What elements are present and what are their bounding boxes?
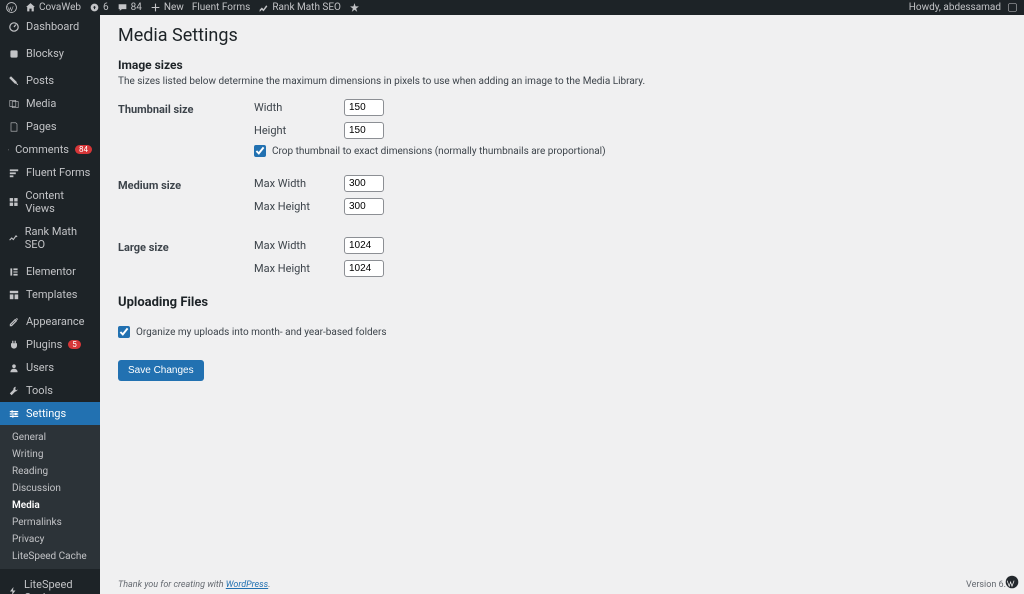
submenu-general[interactable]: General <box>0 429 100 446</box>
width-label: Width <box>254 101 344 114</box>
submenu-litespeed[interactable]: LiteSpeed Cache <box>0 548 100 565</box>
image-sizes-heading: Image sizes <box>118 58 1006 72</box>
sidebar-item-tools[interactable]: Tools <box>0 379 100 402</box>
maxw-label: Max Width <box>254 177 344 190</box>
sidebar-label: Plugins <box>26 338 62 351</box>
thumbnail-label: Thumbnail size <box>118 99 254 171</box>
thumbnail-width-input[interactable] <box>344 99 384 116</box>
sidebar-item-templates[interactable]: Templates <box>0 283 100 306</box>
fluent-forms-link[interactable]: Fluent Forms <box>192 2 251 13</box>
sidebar-label: Users <box>26 361 54 374</box>
crop-checkbox[interactable] <box>254 145 266 157</box>
submenu-permalinks[interactable]: Permalinks <box>0 514 100 531</box>
new-link[interactable]: New <box>150 2 184 13</box>
badge: 5 <box>68 340 81 349</box>
maxh-label: Max Height <box>254 262 344 275</box>
large-maxh-input[interactable] <box>344 260 384 277</box>
submenu-discussion[interactable]: Discussion <box>0 480 100 497</box>
maxh-label: Max Height <box>254 200 344 213</box>
sidebar-item-fluent-forms[interactable]: Fluent Forms <box>0 161 100 184</box>
sidebar-item-elementor[interactable]: Elementor <box>0 260 100 283</box>
badge: 84 <box>75 145 92 154</box>
sidebar-item-blocksy[interactable]: Blocksy <box>0 42 100 65</box>
comments-link[interactable]: 84 <box>117 2 142 13</box>
crop-label: Crop thumbnail to exact dimensions (norm… <box>272 146 606 157</box>
content-area: Media Settings Image sizes The sizes lis… <box>100 15 1024 594</box>
sizes-description: The sizes listed below determine the max… <box>118 76 1006 87</box>
submenu-media[interactable]: Media <box>0 497 100 514</box>
sidebar-label: Comments <box>15 143 69 156</box>
sidebar-label: Appearance <box>26 315 85 328</box>
large-row: Large size Max Width Max Height <box>118 237 1006 283</box>
rank-math-link[interactable]: Rank Math SEO <box>258 2 341 13</box>
medium-maxw-input[interactable] <box>344 175 384 192</box>
footer-thanks: Thank you for creating with <box>118 580 226 590</box>
sidebar-item-pages[interactable]: Pages <box>0 115 100 138</box>
sidebar-label: Fluent Forms <box>26 166 90 179</box>
medium-label: Medium size <box>118 175 254 233</box>
sidebar-label: Settings <box>26 407 66 420</box>
site-link[interactable]: CovaWeb <box>25 2 81 13</box>
sidebar-label: Posts <box>26 74 54 87</box>
sidebar-label: Pages <box>26 120 57 133</box>
sidebar-item-dashboard[interactable]: Dashboard <box>0 15 100 38</box>
sidebar-item-appearance[interactable]: Appearance <box>0 310 100 333</box>
sidebar-label: Content Views <box>25 189 92 215</box>
medium-row: Medium size Max Width Max Height <box>118 175 1006 233</box>
sidebar-label: Rank Math SEO <box>25 225 92 251</box>
version-text: Version 6. <box>966 580 1006 590</box>
footer: Thank you for creating with WordPress. V… <box>100 576 1024 594</box>
updates-link[interactable]: 6 <box>89 2 109 13</box>
admin-sidebar: Dashboard Blocksy Posts Media Pages Comm… <box>0 15 100 594</box>
admin-bar: CovaWeb 6 84 New Fluent Forms Rank Math … <box>0 0 1024 15</box>
wordpress-link[interactable]: WordPress <box>226 580 268 590</box>
sidebar-item-users[interactable]: Users <box>0 356 100 379</box>
extra-icon[interactable] <box>349 2 360 13</box>
organize-label: Organize my uploads into month- and year… <box>136 327 387 338</box>
large-label: Large size <box>118 237 254 283</box>
howdy-link[interactable]: Howdy, abdessamad <box>909 2 1018 13</box>
sidebar-item-rank-math[interactable]: Rank Math SEO <box>0 220 100 256</box>
sidebar-item-plugins[interactable]: Plugins 5 <box>0 333 100 356</box>
wp-corner-logo-icon <box>1005 575 1019 589</box>
maxw-label: Max Width <box>254 239 344 252</box>
sidebar-label: LiteSpeed Cache <box>24 578 92 594</box>
sidebar-label: Media <box>26 97 56 110</box>
large-maxw-input[interactable] <box>344 237 384 254</box>
page-title: Media Settings <box>118 25 1006 46</box>
sidebar-item-comments[interactable]: Comments 84 <box>0 138 100 161</box>
uploading-heading: Uploading Files <box>118 295 1006 310</box>
save-button[interactable]: Save Changes <box>118 360 204 381</box>
submenu-reading[interactable]: Reading <box>0 463 100 480</box>
sidebar-label: Tools <box>26 384 53 397</box>
sidebar-item-posts[interactable]: Posts <box>0 69 100 92</box>
medium-maxh-input[interactable] <box>344 198 384 215</box>
submenu-writing[interactable]: Writing <box>0 446 100 463</box>
thumbnail-row: Thumbnail size Width Height Crop thumbna… <box>118 99 1006 171</box>
sidebar-item-content-views[interactable]: Content Views <box>0 184 100 220</box>
sidebar-item-media[interactable]: Media <box>0 92 100 115</box>
sidebar-label: Dashboard <box>26 20 79 33</box>
sidebar-item-litespeed[interactable]: LiteSpeed Cache <box>0 573 100 594</box>
sidebar-item-settings[interactable]: Settings <box>0 402 100 425</box>
sidebar-label: Elementor <box>26 265 76 278</box>
thumbnail-height-input[interactable] <box>344 122 384 139</box>
submenu-privacy[interactable]: Privacy <box>0 531 100 548</box>
settings-submenu: General Writing Reading Discussion Media… <box>0 425 100 569</box>
organize-checkbox[interactable] <box>118 326 130 338</box>
sidebar-label: Templates <box>26 288 77 301</box>
sidebar-label: Blocksy <box>26 47 64 60</box>
wp-logo-icon[interactable] <box>6 2 17 13</box>
height-label: Height <box>254 124 344 137</box>
